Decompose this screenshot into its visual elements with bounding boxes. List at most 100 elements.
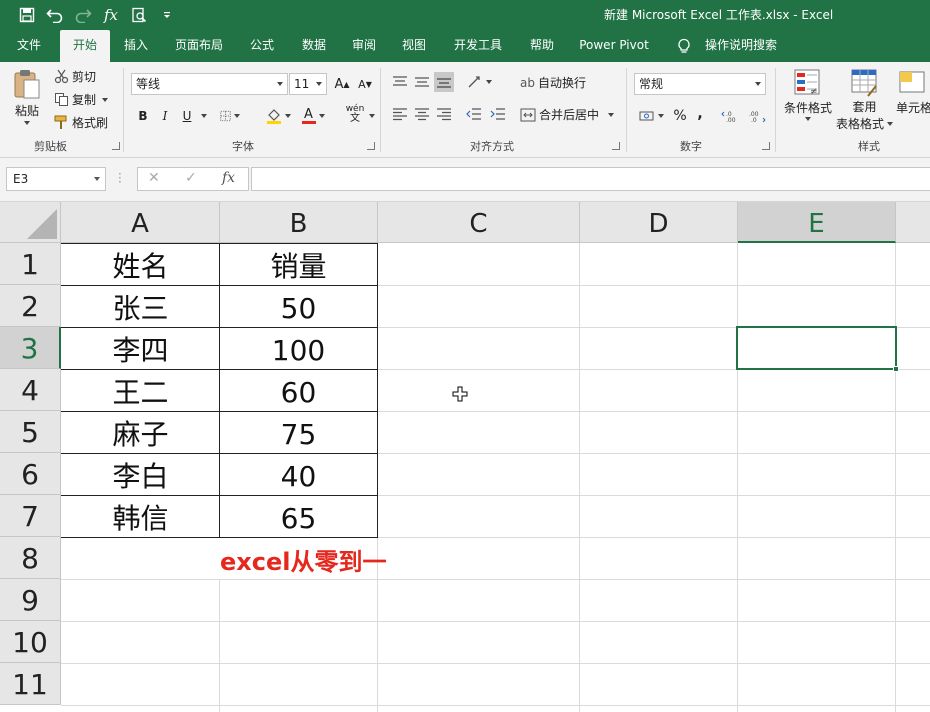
tab-insert[interactable]: 插入 [114, 30, 158, 62]
tab-home[interactable]: 开始 [60, 30, 110, 62]
cell-b4[interactable]: 60 [220, 370, 377, 412]
column-header-c[interactable]: C [378, 202, 580, 243]
cell-b3[interactable]: 100 [220, 328, 377, 370]
table-format-button[interactable]: 套用 表格格式 [836, 68, 894, 132]
conditional-format-button[interactable]: ≠ 条件格式 [784, 68, 832, 121]
paste-button[interactable]: 粘贴 [12, 68, 42, 125]
cell-a6[interactable]: 李白 [62, 454, 219, 496]
increase-decimal-button[interactable]: .0.00 [720, 106, 742, 126]
column-header-a[interactable]: A [61, 202, 220, 243]
row-header-3[interactable]: 3 [0, 327, 61, 369]
cell-b2[interactable]: 50 [220, 286, 377, 328]
row-header-8[interactable]: 8 [0, 537, 61, 579]
orientation-button[interactable] [464, 72, 494, 92]
clipboard-launcher-icon[interactable] [112, 142, 120, 150]
cell-a7[interactable]: 韩信 [62, 496, 219, 538]
comma-button[interactable]: , [694, 104, 706, 124]
tell-me-search[interactable]: 操作说明搜索 [696, 30, 786, 62]
cell-a1[interactable]: 姓名 [62, 244, 219, 286]
column-header-e[interactable]: E [738, 202, 896, 243]
tab-view[interactable]: 视图 [392, 30, 436, 62]
number-format-select[interactable]: 常规 [634, 73, 766, 95]
tab-page-layout[interactable]: 页面布局 [166, 30, 232, 62]
align-bottom-button[interactable] [434, 72, 454, 92]
customize-qat-icon[interactable] [158, 5, 176, 25]
cell-b5[interactable]: 75 [220, 412, 377, 454]
formula-bar-resize-handle[interactable]: · · · [118, 168, 122, 188]
cell-styles-button[interactable]: 单元格 [896, 68, 930, 116]
cut-button[interactable]: 剪切 [54, 68, 96, 85]
tab-formulas[interactable]: 公式 [240, 30, 284, 62]
alignment-launcher-icon[interactable] [612, 142, 620, 150]
name-box[interactable]: E3 [6, 167, 106, 191]
cell-b7[interactable]: 65 [220, 496, 377, 538]
decrease-indent-button[interactable] [464, 104, 484, 124]
column-header-d[interactable]: D [580, 202, 738, 243]
align-top-button[interactable] [390, 72, 410, 92]
grow-font-button[interactable]: A ▲ [333, 74, 351, 94]
tab-developer[interactable]: 开发工具 [444, 30, 512, 62]
column-header-b[interactable]: B [220, 202, 378, 243]
select-all-button[interactable] [0, 202, 61, 243]
cell-a4[interactable]: 王二 [62, 370, 219, 412]
decrease-decimal-button[interactable]: .00.0 [746, 106, 768, 126]
cell-a5[interactable]: 麻子 [62, 412, 219, 454]
font-color-button[interactable]: A [298, 106, 328, 126]
shrink-font-button[interactable]: A ▼ [356, 74, 374, 94]
redo-icon[interactable] [74, 5, 92, 25]
formula-input[interactable] [251, 167, 930, 191]
align-center-button[interactable] [412, 104, 432, 124]
row-header-1[interactable]: 1 [0, 243, 61, 285]
font-launcher-icon[interactable] [367, 142, 375, 150]
function-icon[interactable]: fx [102, 5, 120, 25]
row-header-5[interactable]: 5 [0, 411, 61, 453]
copy-button[interactable]: 复制 [54, 91, 109, 108]
tab-power-pivot[interactable]: Power Pivot [572, 30, 656, 62]
number-launcher-icon[interactable] [762, 142, 770, 150]
tab-review[interactable]: 审阅 [342, 30, 386, 62]
fill-color-button[interactable] [263, 106, 293, 126]
save-icon[interactable] [18, 5, 36, 25]
row-header-6[interactable]: 6 [0, 453, 61, 495]
cell-a3[interactable]: 李四 [62, 328, 219, 370]
undo-icon[interactable] [46, 5, 64, 25]
print-preview-icon[interactable] [130, 5, 148, 25]
phonetic-dropdown-icon[interactable] [369, 114, 375, 118]
font-size-select[interactable]: 11 [289, 73, 327, 95]
underline-dropdown-icon[interactable] [201, 114, 207, 118]
align-left-button[interactable] [390, 104, 410, 124]
row-header-9[interactable]: 9 [0, 579, 61, 621]
copy-dropdown-icon [102, 97, 109, 102]
cell-b1[interactable]: 销量 [220, 244, 377, 286]
merge-center-button[interactable]: 合并后居中 [520, 106, 615, 123]
align-right-button[interactable] [434, 104, 454, 124]
row-header-2[interactable]: 2 [0, 285, 61, 327]
tab-help[interactable]: 帮助 [520, 30, 564, 62]
row-header-7[interactable]: 7 [0, 495, 61, 537]
insert-function-icon[interactable]: fx [222, 170, 235, 186]
column-header-f[interactable] [896, 202, 930, 243]
percent-button[interactable]: % [672, 106, 688, 126]
underline-button[interactable]: U [180, 106, 194, 126]
tab-data[interactable]: 数据 [292, 30, 336, 62]
tab-file[interactable]: 文件 [6, 30, 52, 62]
row-header-11[interactable]: 11 [0, 663, 61, 705]
cell-a2[interactable]: 张三 [62, 286, 219, 328]
fill-handle[interactable] [893, 366, 899, 372]
wrap-text-button[interactable]: ab 自动换行 [520, 74, 586, 91]
confirm-entry-icon[interactable]: ✓ [185, 170, 197, 186]
increase-indent-button[interactable] [488, 104, 508, 124]
bold-button[interactable]: B [136, 106, 150, 126]
cancel-entry-icon[interactable]: ✕ [148, 170, 160, 186]
row-header-10[interactable]: 10 [0, 621, 61, 663]
format-painter-button[interactable]: 格式刷 [54, 114, 108, 131]
accounting-format-button[interactable] [636, 106, 666, 126]
borders-button[interactable] [220, 106, 240, 126]
italic-button[interactable]: I [158, 106, 172, 126]
font-name-select[interactable]: 等线 [131, 73, 288, 95]
align-middle-button[interactable] [412, 72, 432, 92]
phonetic-button[interactable]: wén 文 [341, 104, 369, 124]
cell-b6[interactable]: 40 [220, 454, 377, 496]
row-header-4[interactable]: 4 [0, 369, 61, 411]
selected-cell-e3[interactable] [736, 326, 897, 370]
